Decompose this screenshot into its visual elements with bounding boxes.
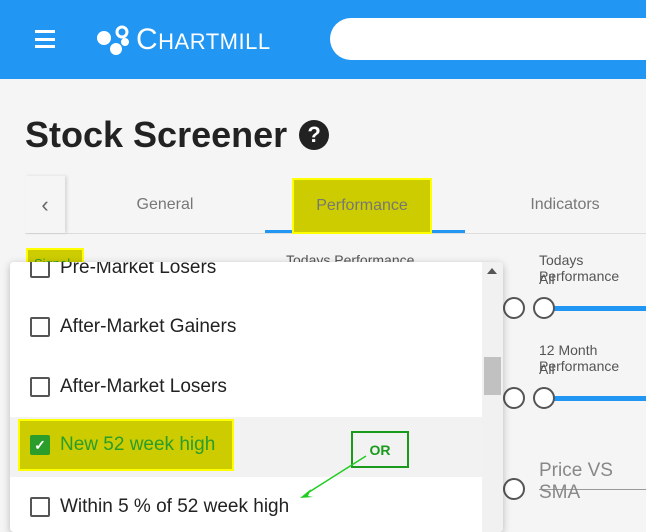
tab-prev-chevron-icon[interactable]: ‹ (25, 176, 65, 233)
checkbox[interactable] (30, 317, 50, 337)
page-title-text: Stock Screener (25, 114, 288, 155)
checkbox[interactable] (30, 377, 50, 397)
list-item-label: After-Market Gainers (60, 316, 237, 337)
list-item-label: After-Market Losers (60, 376, 227, 397)
scrollbar-thumb[interactable] (484, 357, 501, 395)
brand-name: CHARTMILL (136, 23, 271, 56)
checkbox-checked[interactable]: ✓ (30, 435, 50, 455)
list-item-label: Pre-Market Losers (60, 262, 217, 278)
range-slider-handle[interactable] (533, 297, 555, 319)
tab-general[interactable]: General (65, 176, 265, 233)
range-slider-handle[interactable] (503, 297, 525, 319)
12-month-performance-label: 12 Month Performance (539, 342, 620, 374)
checkbox[interactable] (30, 497, 50, 517)
range-slider-handle[interactable] (503, 387, 525, 409)
list-item-label: Within 5 % of 52 week high (60, 496, 290, 517)
chartmill-logo[interactable]: CHARTMILL (94, 22, 271, 58)
range-slider-handle[interactable] (533, 387, 555, 409)
tab-indicators[interactable]: Indicators (465, 176, 646, 233)
price-vs-sma-input[interactable]: Price VS SMA (539, 460, 646, 503)
gears-icon (97, 25, 129, 55)
page-title: Stock Screener ? (25, 114, 330, 156)
top-bar: CHARTMILL (0, 0, 646, 79)
todays-performance-label-right: Todays Performance (539, 252, 620, 284)
scroll-up-arrow-icon[interactable] (487, 268, 497, 274)
12-month-performance-value: All (539, 361, 555, 377)
range-slider-track[interactable] (554, 306, 646, 311)
list-item[interactable]: After-Market Gainers (10, 297, 482, 357)
hamburger-icon[interactable] (35, 30, 55, 48)
scrollbar[interactable] (482, 262, 503, 532)
search-input[interactable] (330, 18, 646, 60)
todays-performance-value: All (539, 271, 555, 287)
new-52-week-high-option[interactable]: ✓ New 52 week high (30, 419, 215, 471)
help-icon[interactable]: ? (299, 120, 330, 150)
list-item[interactable]: Pre-Market Losers (10, 262, 482, 298)
range-slider-track[interactable] (554, 396, 646, 401)
radio-button[interactable] (503, 478, 525, 500)
or-annotation: OR (351, 431, 409, 468)
checkbox[interactable] (30, 262, 50, 278)
signal-dropdown-list: Pre-Market Losers After-Market Gainers A… (10, 262, 503, 532)
list-item-label: New 52 week high (60, 434, 216, 455)
list-item[interactable]: After-Market Losers (10, 357, 482, 417)
list-item[interactable]: Within 5 % of 52 week high (10, 477, 482, 532)
tab-performance-label[interactable]: Performance (292, 178, 432, 234)
